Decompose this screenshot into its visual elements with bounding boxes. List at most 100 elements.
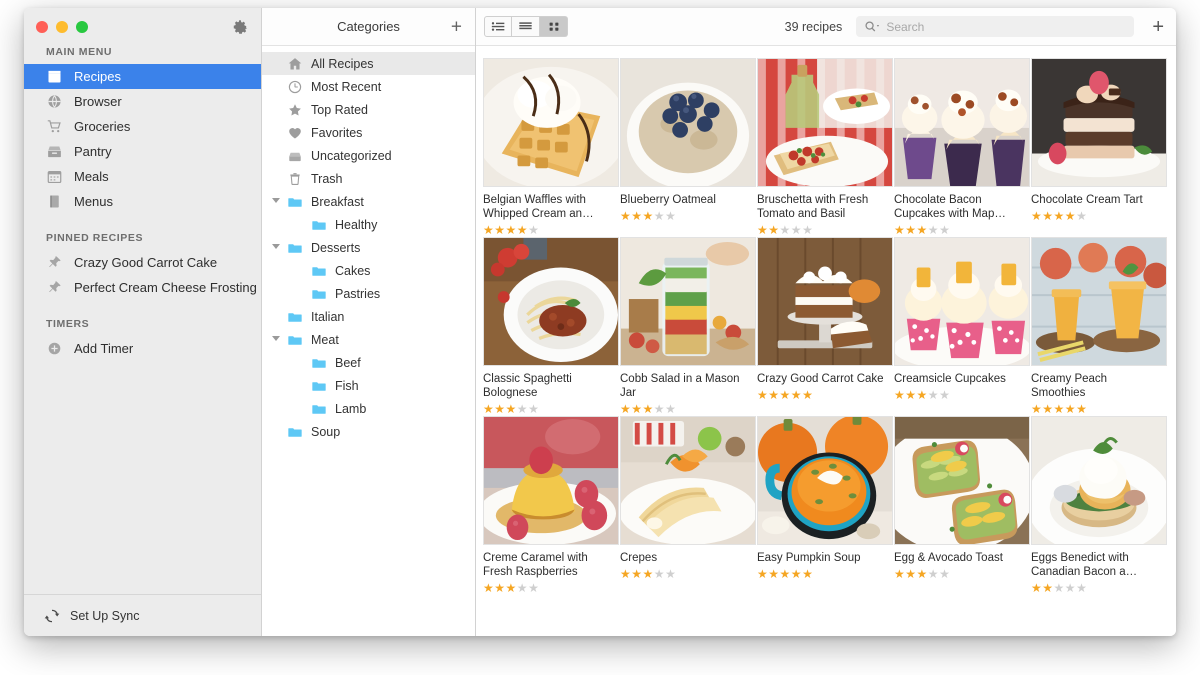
recipe-card[interactable]: Crepes ★★★★★ (620, 416, 756, 595)
star-icon[interactable]: ★ (517, 223, 528, 237)
star-icon[interactable]: ★ (905, 223, 916, 237)
star-icon[interactable]: ★ (802, 567, 813, 581)
recipe-card[interactable]: Bruschetta with Fresh Tomato and Basil ★★… (757, 58, 893, 237)
recipe-rating[interactable]: ★★★★★ (757, 224, 893, 237)
star-icon[interactable]: ★ (757, 388, 768, 402)
add-recipe-button[interactable]: + (1142, 17, 1164, 37)
category-item-uncategorized[interactable]: Uncategorized (262, 144, 475, 167)
sidebar-item-recipes[interactable]: Recipes (24, 64, 261, 89)
star-icon[interactable]: ★ (757, 223, 768, 237)
recipe-thumbnail-chocolate-bacon-cupcakes[interactable] (894, 58, 1030, 187)
star-icon[interactable]: ★ (1065, 209, 1076, 223)
star-icon[interactable]: ★ (1076, 581, 1087, 595)
search-field[interactable] (856, 16, 1135, 37)
sidebar-item-groceries[interactable]: Groceries (24, 114, 261, 139)
star-icon[interactable]: ★ (620, 209, 631, 223)
star-icon[interactable]: ★ (620, 402, 631, 416)
star-icon[interactable]: ★ (894, 567, 905, 581)
chevron-down-icon[interactable] (272, 197, 280, 206)
star-icon[interactable]: ★ (494, 223, 505, 237)
star-icon[interactable]: ★ (483, 581, 494, 595)
star-icon[interactable]: ★ (528, 402, 539, 416)
sidebar-item-menus[interactable]: Menus (24, 189, 261, 214)
grid-view-button[interactable] (540, 16, 568, 37)
star-icon[interactable]: ★ (517, 581, 528, 595)
star-icon[interactable]: ★ (768, 223, 779, 237)
star-icon[interactable]: ★ (928, 388, 939, 402)
category-item-trash[interactable]: Trash (262, 167, 475, 190)
star-icon[interactable]: ★ (1042, 581, 1053, 595)
recipe-rating[interactable]: ★★★★★ (894, 224, 1030, 237)
recipe-thumbnail-cobb-salad-jar[interactable] (620, 237, 756, 366)
star-icon[interactable]: ★ (939, 388, 950, 402)
star-icon[interactable]: ★ (631, 209, 642, 223)
recipe-thumbnail-creamsicle-cupcakes[interactable] (894, 237, 1030, 366)
recipe-card[interactable]: Egg & Avocado Toast ★★★★★ (894, 416, 1030, 595)
recipe-card[interactable]: Creamsicle Cupcakes ★★★★★ (894, 237, 1030, 416)
star-icon[interactable]: ★ (768, 388, 779, 402)
star-icon[interactable]: ★ (631, 402, 642, 416)
star-icon[interactable]: ★ (631, 567, 642, 581)
category-item-lamb[interactable]: Lamb (262, 397, 475, 420)
category-item-meat[interactable]: Meat (262, 328, 475, 351)
recipe-card[interactable]: Easy Pumpkin Soup ★★★★★ (757, 416, 893, 595)
star-icon[interactable]: ★ (494, 581, 505, 595)
star-icon[interactable]: ★ (791, 567, 802, 581)
recipe-rating[interactable]: ★★★★★ (894, 568, 1030, 581)
recipe-grid-scroll[interactable]: Belgian Waffles with Whipped Cream an… ★★… (476, 46, 1176, 636)
star-icon[interactable]: ★ (1076, 402, 1087, 416)
star-icon[interactable]: ★ (1042, 209, 1053, 223)
star-icon[interactable]: ★ (654, 402, 665, 416)
star-icon[interactable]: ★ (1031, 402, 1042, 416)
recipe-thumbnail-belgian-waffles[interactable] (483, 58, 619, 187)
category-item-cakes[interactable]: Cakes (262, 259, 475, 282)
recipe-thumbnail-pumpkin-soup[interactable] (757, 416, 893, 545)
recipe-thumbnail-blueberry-oatmeal[interactable] (620, 58, 756, 187)
star-icon[interactable]: ★ (791, 223, 802, 237)
category-item-healthy[interactable]: Healthy (262, 213, 475, 236)
recipe-rating[interactable]: ★★★★★ (483, 224, 619, 237)
search-input[interactable] (886, 19, 1127, 34)
recipe-card[interactable]: Belgian Waffles with Whipped Cream an… ★★… (483, 58, 619, 237)
close-button[interactable] (36, 21, 48, 33)
recipe-rating[interactable]: ★★★★★ (620, 210, 756, 223)
recipe-card[interactable]: Crazy Good Carrot Cake ★★★★★ (757, 237, 893, 416)
sidebar-item-pinned-cream-cheese-frosting[interactable]: Perfect Cream Cheese Frosting (24, 275, 261, 300)
star-icon[interactable]: ★ (1076, 209, 1087, 223)
add-category-button[interactable]: + (451, 17, 462, 36)
star-icon[interactable]: ★ (780, 567, 791, 581)
recipe-card[interactable]: Creamy Peach Smoothies ★★★★★ (1031, 237, 1167, 416)
star-icon[interactable]: ★ (928, 223, 939, 237)
star-icon[interactable]: ★ (757, 567, 768, 581)
star-icon[interactable]: ★ (517, 402, 528, 416)
category-item-most-recent[interactable]: Most Recent (262, 75, 475, 98)
recipe-card[interactable]: Creme Caramel with Fresh Raspberries ★★★★… (483, 416, 619, 595)
star-icon[interactable]: ★ (654, 209, 665, 223)
star-icon[interactable]: ★ (506, 223, 517, 237)
recipe-rating[interactable]: ★★★★★ (1031, 582, 1167, 595)
recipe-card[interactable]: Blueberry Oatmeal ★★★★★ (620, 58, 756, 237)
star-icon[interactable]: ★ (506, 581, 517, 595)
set-up-sync-button[interactable]: Set Up Sync (24, 594, 261, 636)
star-icon[interactable]: ★ (494, 402, 505, 416)
category-item-top-rated[interactable]: Top Rated (262, 98, 475, 121)
star-icon[interactable]: ★ (1054, 209, 1065, 223)
recipe-thumbnail-avocado-toast[interactable] (894, 416, 1030, 545)
recipe-thumbnail-chocolate-cream-tart[interactable] (1031, 58, 1167, 187)
star-icon[interactable]: ★ (483, 402, 494, 416)
star-icon[interactable]: ★ (1031, 581, 1042, 595)
star-icon[interactable]: ★ (780, 388, 791, 402)
category-item-soup[interactable]: Soup (262, 420, 475, 443)
list-detail-view-button[interactable] (484, 16, 512, 37)
recipe-rating[interactable]: ★★★★★ (483, 582, 619, 595)
chevron-down-icon[interactable] (272, 243, 280, 252)
star-icon[interactable]: ★ (894, 388, 905, 402)
recipe-thumbnail-crepes[interactable] (620, 416, 756, 545)
star-icon[interactable]: ★ (905, 567, 916, 581)
star-icon[interactable]: ★ (939, 223, 950, 237)
star-icon[interactable]: ★ (643, 402, 654, 416)
recipe-rating[interactable]: ★★★★★ (620, 403, 756, 416)
star-icon[interactable]: ★ (654, 567, 665, 581)
category-item-fish[interactable]: Fish (262, 374, 475, 397)
recipe-thumbnail-carrot-cake[interactable] (757, 237, 893, 366)
